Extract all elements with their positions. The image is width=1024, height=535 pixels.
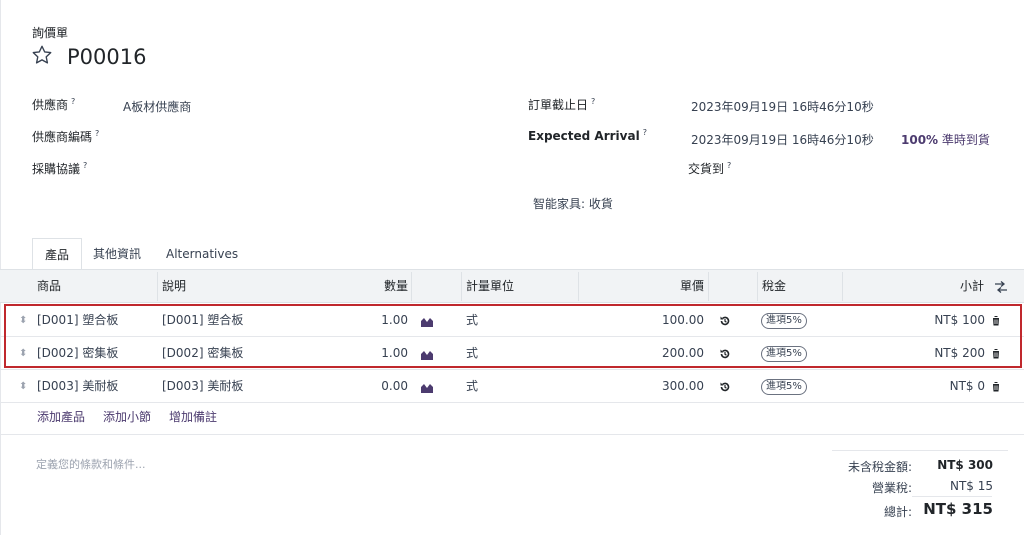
table-row[interactable]: ⬍ [D003] 美耐板 [D003] 美耐板 0.00 式 300.00 進項… <box>0 370 1024 403</box>
tab-other-info[interactable]: 其他資訊 <box>81 238 153 270</box>
column-description[interactable]: 說明 <box>162 270 186 303</box>
tab-products[interactable]: 產品 <box>32 238 83 270</box>
column-subtotal[interactable]: 小計 <box>920 270 984 303</box>
delete-line-icon[interactable] <box>991 370 1001 403</box>
expected-arrival-field[interactable]: 2023年09月19日 16時46分10秒 <box>691 131 874 148</box>
column-separator <box>578 272 579 301</box>
line-quantity[interactable]: 0.00 <box>340 370 408 403</box>
line-subtotal: NT$ 0 <box>949 379 985 393</box>
price-history-icon[interactable] <box>719 370 731 403</box>
help-tooltip-icon[interactable]: ? <box>591 97 595 106</box>
drag-handle-icon[interactable]: ⬍ <box>19 370 27 403</box>
column-uom[interactable]: 計量單位 <box>466 270 514 303</box>
vendor-reference-field[interactable] <box>123 124 423 144</box>
add-section-link[interactable]: 添加小節 <box>103 408 151 425</box>
help-tooltip-icon[interactable]: ? <box>95 129 99 138</box>
table-footer-divider <box>0 434 1024 435</box>
help-tooltip-icon[interactable]: ? <box>727 161 731 170</box>
forecast-chart-icon[interactable] <box>420 370 434 403</box>
tax-amount-value: NT$ 15 <box>949 479 993 493</box>
terms-conditions-field[interactable]: 定義您的條款和條件... <box>36 456 146 472</box>
total-value: NT$ 315 <box>923 500 993 518</box>
untaxed-amount-value: NT$ 300 <box>937 458 993 472</box>
column-product[interactable]: 商品 <box>37 270 61 303</box>
on-time-rate: 100% 準時到貨 <box>901 133 990 147</box>
help-tooltip-icon[interactable]: ? <box>83 161 87 170</box>
line-uom[interactable]: 式 <box>466 370 478 403</box>
deliver-to-label: 交貨到? <box>688 161 732 176</box>
column-unit-price[interactable]: 單價 <box>640 270 704 303</box>
deliver-to-field[interactable]: 智能家具: 收貨 <box>533 195 613 212</box>
column-separator <box>411 272 412 301</box>
vendor-field[interactable]: A板材供應商 <box>123 98 191 115</box>
column-separator <box>461 272 462 301</box>
expected-arrival-label: Expected Arrival? <box>528 128 647 143</box>
purchase-agreement-label: 採購協議? <box>32 161 88 176</box>
column-taxes[interactable]: 稅金 <box>762 270 786 303</box>
column-separator <box>757 272 758 301</box>
add-note-link[interactable]: 增加備註 <box>169 408 217 425</box>
help-tooltip-icon[interactable]: ? <box>71 97 75 106</box>
tax-amount-label: 營業稅: <box>871 481 912 495</box>
column-separator <box>157 272 158 301</box>
totals-top-divider <box>832 450 1008 451</box>
help-tooltip-icon[interactable]: ? <box>643 128 647 137</box>
line-product[interactable]: [D003] 美耐板 <box>37 370 118 403</box>
order-deadline-field[interactable]: 2023年09月19日 16時46分10秒 <box>691 98 874 115</box>
total-divider <box>912 496 992 497</box>
column-separator <box>708 272 709 301</box>
document-type-label: 詢價單 <box>32 26 69 40</box>
untaxed-amount-label: 未含稅金額: <box>847 460 912 474</box>
tab-alternatives[interactable]: Alternatives <box>154 238 250 270</box>
add-product-link[interactable]: 添加產品 <box>37 408 85 425</box>
purchase-agreement-field[interactable] <box>123 156 423 176</box>
selection-highlight <box>4 304 1022 368</box>
column-separator <box>842 272 843 301</box>
favorite-star-icon[interactable] <box>31 44 53 66</box>
tax-tag[interactable]: 進項5% <box>761 379 807 395</box>
line-unit-price[interactable]: 300.00 <box>620 370 704 403</box>
optional-columns-toggle-icon[interactable] <box>994 270 1008 303</box>
column-quantity[interactable]: 數量 <box>340 270 408 303</box>
line-description[interactable]: [D003] 美耐板 <box>162 370 243 403</box>
vendor-label: 供應商? <box>32 97 76 112</box>
record-title: P00016 <box>67 45 147 69</box>
vendor-reference-label: 供應商編碼? <box>32 129 100 144</box>
order-deadline-label: 訂單截止日? <box>528 97 596 112</box>
order-lines-header: 商品 說明 數量 計量單位 單價 稅金 小計 <box>0 270 1024 303</box>
